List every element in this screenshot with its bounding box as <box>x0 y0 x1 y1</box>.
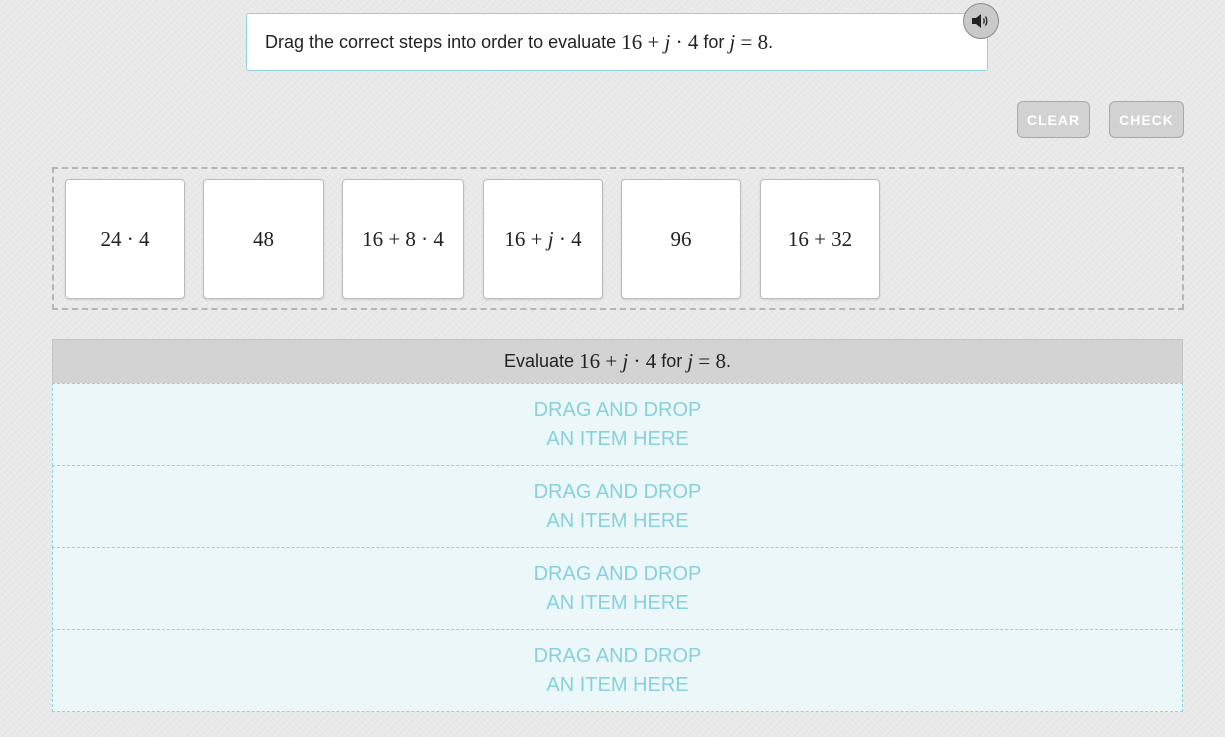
header-expression: 16 + j · 4 <box>579 349 657 373</box>
speaker-icon <box>972 14 988 28</box>
card-48[interactable]: 48 <box>203 179 324 299</box>
target-header: Evaluate 16 + j · 4 for j = 8 . <box>52 339 1183 384</box>
card-16-plus-32[interactable]: 16 + 32 <box>760 179 880 299</box>
instruction-end: . <box>768 31 774 52</box>
drop-slot-1[interactable]: DRAG AND DROP AN ITEM HERE <box>52 383 1183 466</box>
drop-slot-4[interactable]: DRAG AND DROP AN ITEM HERE <box>52 629 1183 712</box>
card-24-times-4[interactable]: 24 · 4 <box>65 179 185 299</box>
instruction-for: for <box>698 31 730 52</box>
drop-slot-2[interactable]: DRAG AND DROP AN ITEM HERE <box>52 465 1183 548</box>
header-condition: j = 8 <box>687 349 726 373</box>
instruction-condition: j = 8 <box>729 29 769 54</box>
card-16-plus-j-times-4[interactable]: 16 + j · 4 <box>483 179 603 299</box>
instruction-box: Drag the correct steps into order to eva… <box>246 13 988 71</box>
audio-button[interactable] <box>963 3 999 39</box>
clear-button[interactable]: CLEAR <box>1017 101 1090 138</box>
check-button[interactable]: CHECK <box>1109 101 1184 138</box>
card-96[interactable]: 96 <box>621 179 741 299</box>
card-bank: 24 · 4 48 16 + 8 · 4 16 + j · 4 96 16 + … <box>52 167 1184 310</box>
drop-slot-3[interactable]: DRAG AND DROP AN ITEM HERE <box>52 547 1183 630</box>
card-16-plus-8-times-4[interactable]: 16 + 8 · 4 <box>342 179 464 299</box>
instruction-expression: 16 + j · 4 <box>621 29 699 54</box>
instruction-text: Drag the correct steps into order to eva… <box>265 31 622 52</box>
answer-target: Evaluate 16 + j · 4 for j = 8 . DRAG AND… <box>52 339 1183 712</box>
